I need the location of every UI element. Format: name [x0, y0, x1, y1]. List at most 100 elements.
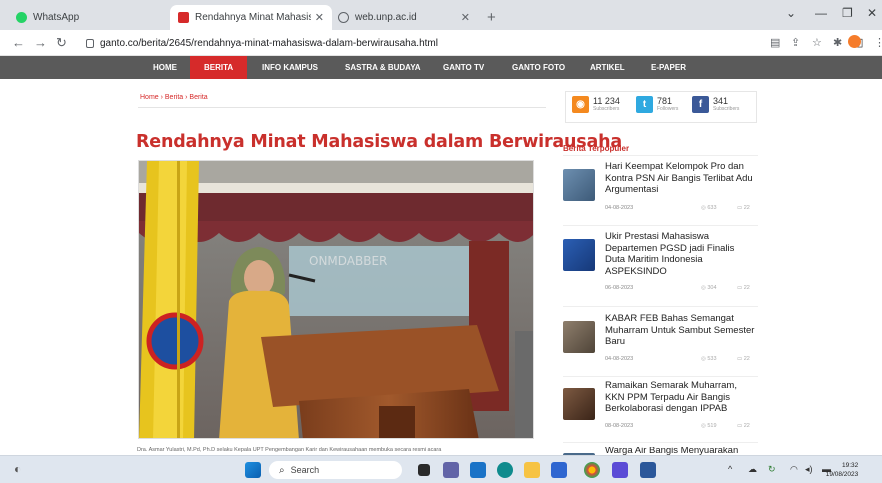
tab-title: Rendahnya Minat Mahasiswa dal	[195, 12, 311, 23]
article-photo[interactable]: ONMDABBER	[138, 160, 534, 439]
word-icon[interactable]	[640, 462, 656, 478]
site-nav: HOME BERITA INFO KAMPUS SASTRA & BUDAYA …	[0, 56, 882, 79]
nav-e-paper[interactable]: E-PAPER	[651, 56, 686, 79]
nav-home[interactable]: HOME	[153, 56, 177, 79]
views-count: ◎ 533	[701, 356, 717, 362]
address-bar[interactable]: ganto.co/berita/2645/rendahnya-minat-mah…	[78, 34, 758, 52]
close-icon[interactable]: ✕	[315, 11, 324, 24]
list-item[interactable]: KABAR FEB Bahas Semangat Muharram Untuk …	[563, 313, 763, 381]
news-date: 04-08-2023	[605, 205, 634, 211]
translate-icon[interactable]: ▤	[770, 36, 780, 49]
minimize-icon[interactable]: —	[815, 6, 827, 20]
clock-date: 19/08/2023	[825, 471, 859, 478]
comment-icon: ▭	[737, 285, 744, 291]
comments-value: 22	[743, 205, 750, 211]
nav-sastra-budaya[interactable]: SASTRA & BUDAYA	[345, 56, 421, 79]
list-item[interactable]: Ramaikan Semarak Muharram, KKN PPM Terpa…	[563, 380, 763, 446]
browser-toolbar: ← → ↻ ganto.co/berita/2645/rendahnya-min…	[0, 30, 882, 56]
comments-count: ▭ 22	[737, 285, 750, 291]
list-item[interactable]: Warga Air Bangis Menyuarakan	[563, 447, 763, 455]
wifi-icon[interactable]: ◠	[790, 464, 798, 475]
weather-icon[interactable]: ◐	[14, 462, 21, 476]
file-explorer-icon[interactable]	[524, 462, 540, 478]
twitter-count: 781	[657, 95, 673, 106]
app-icon[interactable]	[612, 462, 628, 478]
divider	[563, 225, 758, 226]
sync-icon[interactable]: ↻	[768, 464, 776, 475]
news-thumbnail[interactable]	[563, 239, 595, 271]
chrome-icon[interactable]	[584, 462, 600, 478]
news-date: 08-08-2023	[605, 423, 634, 429]
clock-time: 19:32	[842, 462, 859, 469]
breadcrumb[interactable]: Home › Berita › Berita	[140, 94, 208, 101]
nav-info-kampus[interactable]: INFO KAMPUS	[262, 56, 318, 79]
chevron-down-icon[interactable]: ⌄	[786, 6, 796, 20]
news-title[interactable]: Ukir Prestasi Mahasiswa Departemen PGSD …	[605, 231, 757, 277]
divider	[563, 376, 758, 377]
article-photo-illustration: ONMDABBER	[139, 161, 533, 438]
twitter-stat[interactable]: t 781 Followers	[636, 96, 678, 113]
extensions-icon[interactable]: ✱	[833, 36, 842, 49]
news-thumbnail[interactable]	[563, 169, 595, 201]
system-clock[interactable]: 19:32 19/08/2023	[826, 461, 859, 479]
page-content: Home › Berita › Berita Rendahnya Minat M…	[0, 79, 882, 455]
restore-icon[interactable]: ❐	[842, 6, 853, 20]
share-icon[interactable]: ⇪	[791, 36, 800, 49]
new-tab-icon[interactable]: +	[487, 9, 496, 26]
news-title[interactable]: KABAR FEB Bahas Semangat Muharram Untuk …	[605, 313, 757, 348]
window-close-icon[interactable]: ✕	[867, 6, 877, 20]
start-icon[interactable]	[245, 462, 261, 478]
search-placeholder: Search	[290, 465, 320, 475]
forward-icon[interactable]: →	[34, 35, 47, 50]
ganto-favicon-icon	[178, 12, 189, 23]
back-icon[interactable]: ←	[12, 35, 25, 50]
edge-icon[interactable]	[497, 462, 513, 478]
volume-icon[interactable]: ◂)	[805, 464, 813, 475]
profile-avatar[interactable]	[848, 35, 861, 48]
close-icon[interactable]: ✕	[461, 11, 470, 24]
search-box[interactable]: ⌕ Search	[269, 461, 402, 479]
nav-ganto-tv[interactable]: GANTO TV	[443, 56, 484, 79]
comments-count: ▭ 22	[737, 356, 750, 362]
nav-artikel[interactable]: ARTIKEL	[590, 56, 625, 79]
rss-stat[interactable]: ◉ 11 234 Subscribers	[572, 96, 620, 113]
task-view-icon[interactable]	[418, 464, 430, 476]
news-thumbnail[interactable]	[563, 321, 595, 353]
facebook-icon: f	[692, 96, 709, 113]
nav-berita[interactable]: BERITA	[190, 56, 248, 79]
store-icon[interactable]	[551, 462, 567, 478]
facebook-stat[interactable]: f 341 Subscribers	[692, 96, 739, 113]
cloud-icon[interactable]: ☁	[748, 464, 757, 475]
news-title[interactable]: Warga Air Bangis Menyuarakan	[605, 447, 757, 455]
nav-ganto-foto[interactable]: GANTO FOTO	[512, 56, 565, 79]
views-value: 633	[707, 205, 717, 211]
social-stats: ◉ 11 234 Subscribers t 781 Followers f 3…	[565, 91, 757, 123]
taskbar: ◐ ⌕ Search ^ ☁ ↻ ◠ ◂) ▬ 19:32 19/08/2023	[0, 455, 882, 483]
bookmark-star-icon[interactable]: ☆	[812, 36, 822, 49]
chat-icon[interactable]	[443, 462, 459, 478]
rss-icon: ◉	[572, 96, 589, 113]
photo-caption: Dra. Asmar Yulastri, M.Pd, Ph.D selaku K…	[137, 447, 442, 453]
facebook-count: 341	[713, 95, 729, 106]
facebook-label: Subscribers	[713, 105, 740, 112]
lock-icon	[86, 38, 94, 48]
url-text: ganto.co/berita/2645/rendahnya-minat-mah…	[100, 37, 438, 49]
comment-icon: ▭	[737, 423, 744, 429]
list-item[interactable]: Ukir Prestasi Mahasiswa Departemen PGSD …	[563, 231, 763, 311]
reload-icon[interactable]: ↻	[56, 35, 67, 51]
list-item[interactable]: Hari Keempat Kelompok Pro dan Kontra PSN…	[563, 161, 763, 231]
mail-icon[interactable]	[470, 462, 486, 478]
tab-unp[interactable]: web.unp.ac.id ✕	[330, 5, 478, 30]
rss-label: Subscribers	[593, 105, 620, 112]
news-title[interactable]: Hari Keempat Kelompok Pro dan Kontra PSN…	[605, 161, 757, 196]
tab-title: WhatsApp	[33, 12, 80, 23]
news-title[interactable]: Ramaikan Semarak Muharram, KKN PPM Terpa…	[605, 380, 757, 415]
tab-whatsapp[interactable]: WhatsApp ✕	[8, 5, 186, 30]
whatsapp-icon	[16, 12, 27, 23]
chevron-up-icon[interactable]: ^	[728, 464, 732, 474]
comments-count: ▭ 22	[737, 423, 750, 429]
tab-article[interactable]: Rendahnya Minat Mahasiswa dal ✕	[170, 5, 332, 30]
menu-icon[interactable]: ⋮	[874, 36, 882, 49]
comment-icon: ▭	[737, 356, 744, 362]
news-thumbnail[interactable]	[563, 388, 595, 420]
